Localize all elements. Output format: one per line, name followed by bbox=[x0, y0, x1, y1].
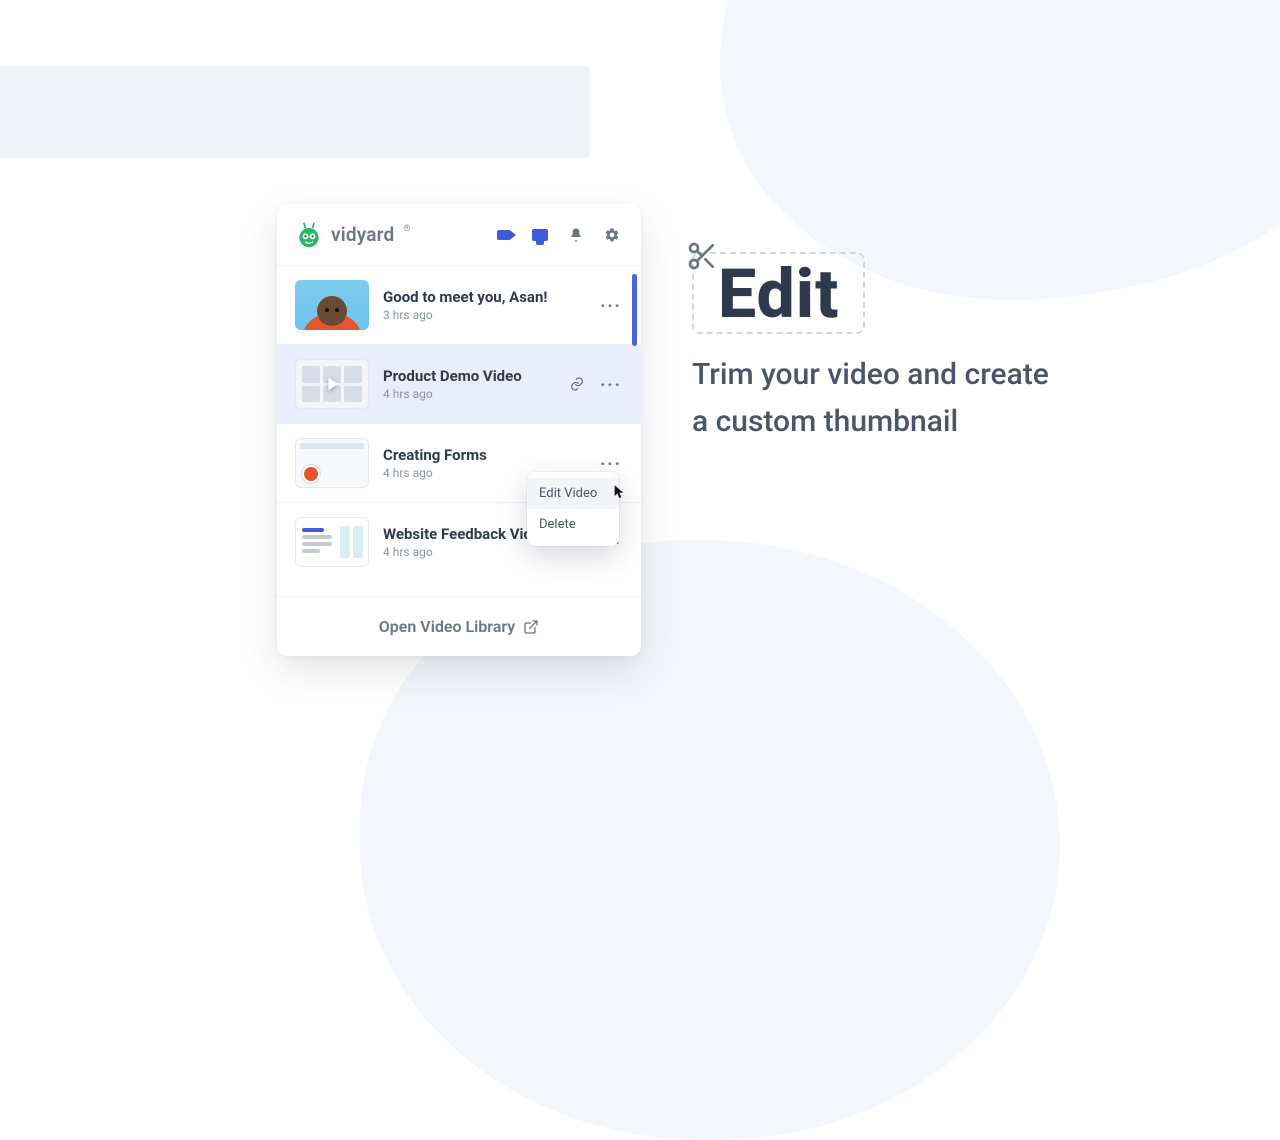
record-camera-button[interactable] bbox=[493, 224, 515, 246]
feature-heading: Edit bbox=[692, 252, 865, 334]
video-meta: Product Demo Video 4 hrs ago bbox=[383, 367, 551, 402]
dots-icon: ··· bbox=[600, 375, 621, 394]
settings-button[interactable] bbox=[601, 224, 623, 246]
video-thumbnail bbox=[295, 438, 369, 488]
scrollbar-thumb[interactable] bbox=[632, 274, 637, 346]
copy-link-button[interactable] bbox=[565, 372, 589, 396]
video-row[interactable]: Good to meet you, Asan! 3 hrs ago ··· bbox=[277, 266, 641, 345]
menu-item-delete[interactable]: Delete bbox=[527, 509, 619, 540]
row-actions: ··· bbox=[565, 372, 623, 396]
video-title: Creating Forms bbox=[383, 446, 585, 465]
footer-label: Open Video Library bbox=[379, 617, 515, 636]
menu-item-label: Edit Video bbox=[539, 486, 597, 501]
dots-icon: ··· bbox=[600, 454, 621, 473]
gear-icon bbox=[604, 227, 620, 243]
panel-header: vidyard ® bbox=[277, 204, 641, 266]
video-list: Good to meet you, Asan! 3 hrs ago ··· Pr… bbox=[277, 266, 641, 596]
menu-item-edit-video[interactable]: Edit Video bbox=[527, 478, 619, 509]
video-time: 4 hrs ago bbox=[383, 387, 551, 401]
video-row[interactable]: Product Demo Video 4 hrs ago ··· bbox=[277, 345, 641, 424]
scissors-icon bbox=[686, 240, 718, 272]
video-time: 4 hrs ago bbox=[383, 545, 585, 559]
video-meta: Good to meet you, Asan! 3 hrs ago bbox=[383, 288, 585, 323]
external-link-icon bbox=[523, 619, 539, 635]
video-title: Product Demo Video bbox=[383, 367, 551, 386]
video-thumbnail bbox=[295, 517, 369, 567]
menu-item-label: Delete bbox=[539, 517, 576, 532]
feature-subtitle: Trim your video and create a custom thum… bbox=[692, 352, 1052, 445]
video-time: 3 hrs ago bbox=[383, 308, 585, 322]
background-top-bar bbox=[0, 66, 590, 158]
video-thumbnail bbox=[295, 359, 369, 409]
brand-name: vidyard bbox=[331, 223, 394, 246]
feature-callout: Edit Trim your video and create a custom… bbox=[692, 254, 1152, 445]
video-title: Good to meet you, Asan! bbox=[383, 288, 585, 307]
vidyard-logo-icon bbox=[295, 221, 323, 249]
registered-mark: ® bbox=[403, 224, 410, 234]
bell-icon bbox=[568, 227, 584, 243]
screen-icon bbox=[532, 229, 548, 241]
camera-icon bbox=[497, 230, 511, 240]
record-screen-button[interactable] bbox=[529, 224, 551, 246]
brand-logo: vidyard ® bbox=[295, 221, 411, 249]
header-actions bbox=[493, 224, 623, 246]
play-overlay-icon bbox=[296, 360, 368, 408]
notifications-button[interactable] bbox=[565, 224, 587, 246]
feature-heading-wrap: Edit bbox=[692, 254, 865, 334]
open-library-button[interactable]: Open Video Library bbox=[277, 596, 641, 656]
video-thumbnail bbox=[295, 280, 369, 330]
context-menu: Edit Video Delete bbox=[527, 472, 619, 546]
link-icon bbox=[569, 376, 585, 392]
more-actions-button[interactable]: ··· bbox=[599, 372, 623, 396]
cursor-icon bbox=[613, 484, 627, 500]
video-library-panel: vidyard ® bbox=[277, 204, 641, 656]
dots-icon: ··· bbox=[600, 296, 621, 315]
row-actions: ··· bbox=[599, 293, 623, 317]
more-actions-button[interactable]: ··· bbox=[599, 293, 623, 317]
